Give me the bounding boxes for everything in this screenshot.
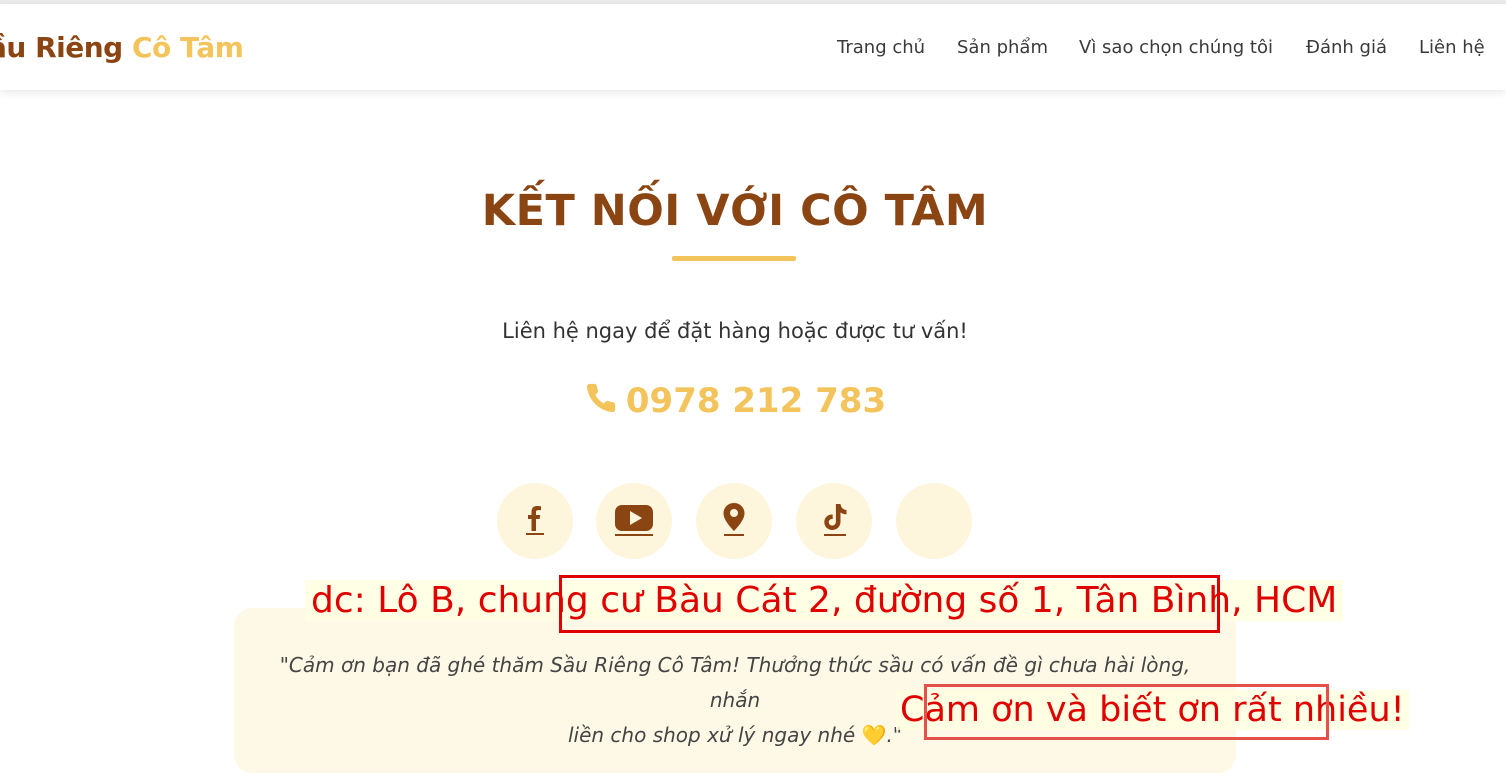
annotation-highlight-box xyxy=(559,575,1220,633)
nav-item-why-us[interactable]: Vì sao chọn chúng tôi xyxy=(1079,37,1273,61)
section-title: KẾT NỐI VỚI CÔ TÂM xyxy=(481,186,989,236)
phone-icon xyxy=(584,381,618,424)
annotation-highlight-box xyxy=(924,684,1329,740)
social-button-blank[interactable] xyxy=(896,483,972,559)
tiktok-button[interactable] xyxy=(796,483,872,559)
brand-name-part1: ầu Riêng xyxy=(0,31,123,64)
youtube-button[interactable] xyxy=(596,483,672,559)
nav-item-products[interactable]: Sản phẩm xyxy=(957,37,1048,61)
tiktok-icon xyxy=(818,501,850,541)
nav-item-reviews[interactable]: Đánh giá xyxy=(1306,37,1387,61)
brand-logo[interactable]: ầu Riêng Cô Tâm xyxy=(0,31,244,64)
nav-item-contact[interactable]: Liên hệ xyxy=(1419,37,1485,61)
title-underline xyxy=(672,256,796,261)
section-subtitle: Liên hệ ngay để đặt hàng hoặc được tư vấ… xyxy=(502,319,968,343)
facebook-button[interactable] xyxy=(497,483,573,559)
map-location-button[interactable] xyxy=(696,483,772,559)
phone-number: 0978 212 783 xyxy=(625,381,887,421)
quote-line-2-text: liền cho shop xử lý ngay nhé xyxy=(567,723,856,747)
location-pin-icon xyxy=(718,501,750,541)
youtube-icon xyxy=(613,501,655,541)
phone-link[interactable]: 0978 212 783 xyxy=(0,381,1470,424)
heart-emoji-icon: 💛 xyxy=(861,723,887,747)
brand-name-part2: Cô Tâm xyxy=(122,31,244,64)
navbar: ầu Riêng Cô Tâm Trang chủ Sản phẩm Vì sa… xyxy=(0,4,1506,90)
nav-item-home[interactable]: Trang chủ xyxy=(837,37,925,61)
facebook-icon xyxy=(520,502,550,540)
